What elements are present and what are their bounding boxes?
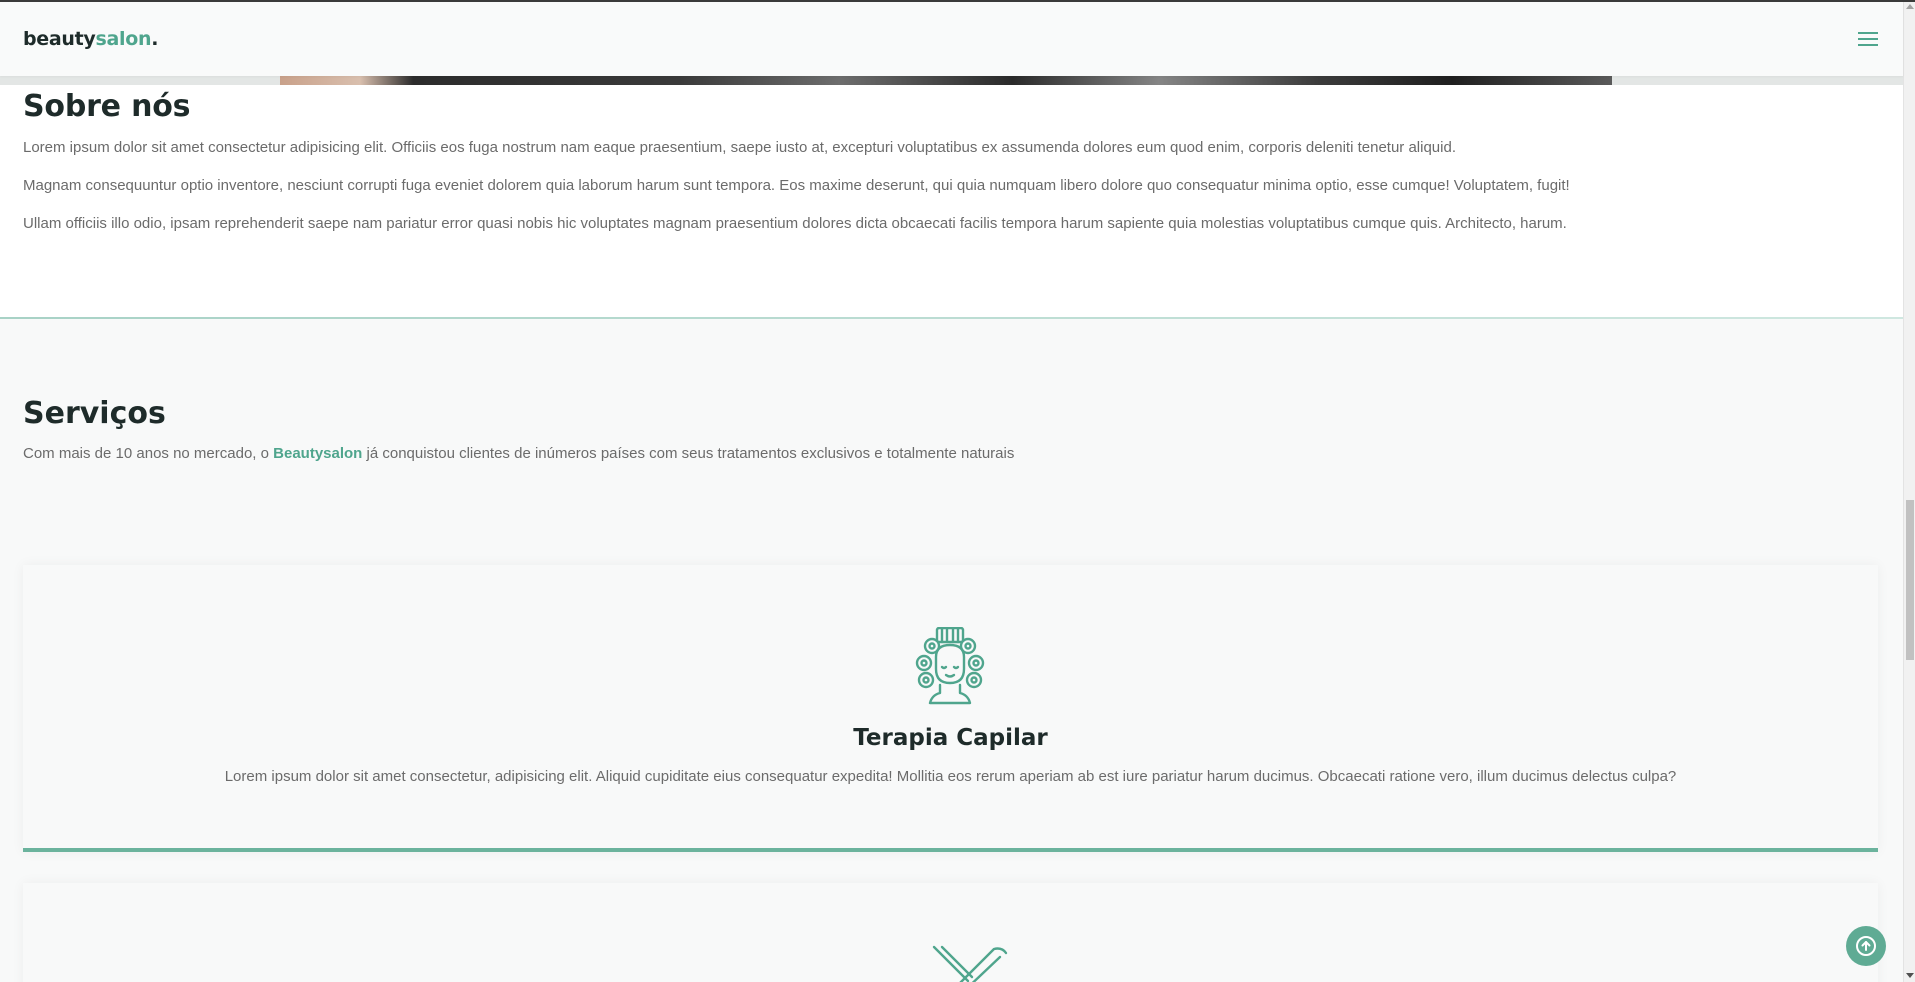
service-card: Terapia Capilar Lorem ipsum dolor sit am…: [23, 565, 1878, 852]
scroll-down-arrow-icon[interactable]: [1906, 973, 1914, 978]
arrow-up-circle-icon: [1856, 936, 1876, 956]
scissors-icon: [932, 945, 1008, 982]
about-paragraph-3: Ullam officiis illo odio, ipsam reprehen…: [23, 215, 1567, 232]
logo-main-text: beauty: [23, 28, 96, 50]
hair-rollers-icon: [912, 626, 988, 705]
service-card-text: Lorem ipsum dolor sit amet consectetur, …: [224, 768, 1677, 785]
services-lead: Com mais de 10 anos no mercado, o Beauty…: [23, 445, 1880, 462]
about-title: Sobre nós: [23, 89, 191, 124]
logo-accent-text: salon: [95, 28, 152, 50]
site-logo[interactable]: beautysalon.: [23, 28, 158, 50]
scrollbar-thumb[interactable]: [1906, 500, 1914, 660]
about-paragraph-2: Magnam consequuntur optio inventore, nes…: [23, 177, 1570, 194]
services-lead-brand: Beautysalon: [273, 445, 363, 462]
site-header: beautysalon.: [0, 2, 1903, 76]
service-card: [23, 883, 1878, 982]
back-to-top-button[interactable]: [1846, 926, 1886, 966]
about-paragraph-1: Lorem ipsum dolor sit amet consectetur a…: [23, 139, 1456, 156]
services-lead-before: Com mais de 10 anos no mercado, o: [23, 445, 274, 462]
window-top-edge: [0, 0, 1915, 2]
services-section: Serviços Com mais de 10 anos no mercado,…: [0, 319, 1903, 982]
hamburger-menu-icon[interactable]: [1856, 29, 1880, 49]
services-lead-after: já conquistou clientes de inúmeros paíse…: [362, 445, 1015, 462]
service-card-title: Terapia Capilar: [853, 725, 1048, 751]
about-section: Sobre nós Lorem ipsum dolor sit amet con…: [0, 85, 1903, 317]
logo-dot: .: [151, 28, 159, 50]
scroll-up-arrow-icon[interactable]: [1906, 4, 1914, 9]
services-title: Serviços: [23, 396, 166, 431]
page-scrollbar[interactable]: [1903, 0, 1915, 982]
